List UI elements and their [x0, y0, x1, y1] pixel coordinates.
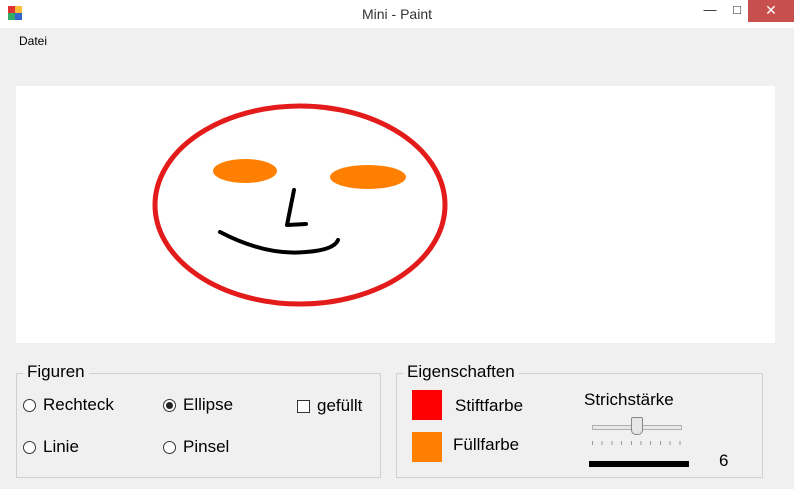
maximize-button[interactable]: □: [724, 0, 750, 22]
pen-color-label: Stiftfarbe: [455, 396, 524, 415]
fill-color-swatch[interactable]: [412, 432, 442, 462]
stroke-width-label: Strichstärke: [584, 390, 674, 409]
radio-label: Linie: [43, 437, 79, 456]
window-title: Mini - Paint: [361, 6, 433, 22]
nose-stroke: [285, 188, 308, 227]
drawing-surface: [152, 103, 448, 307]
stroke-width-slider-thumb[interactable]: [631, 417, 643, 435]
radio-ellipse[interactable]: Ellipse: [163, 395, 233, 415]
stroke-width-value: 6: [719, 451, 729, 470]
radio-indicator-selected: [163, 398, 176, 412]
eigenschaften-title: Eigenschaften: [403, 362, 519, 382]
checkbox-label: gefüllt: [317, 396, 363, 415]
stroke-width-preview: [589, 461, 689, 467]
right-eye-ellipse: [330, 165, 406, 189]
radio-linie[interactable]: Linie: [23, 437, 79, 457]
radio-label: Ellipse: [183, 395, 234, 414]
menu-datei[interactable]: Datei: [19, 34, 47, 48]
radio-label: Pinsel: [183, 437, 230, 456]
radio-label: Rechteck: [43, 395, 114, 414]
radio-pinsel[interactable]: Pinsel: [163, 437, 229, 457]
radio-indicator: [23, 440, 36, 454]
figuren-title: Figuren: [23, 362, 89, 382]
minimize-button[interactable]: —: [697, 0, 723, 22]
menu-bar: Datei: [8, 30, 794, 52]
mouth-stroke: [218, 230, 340, 255]
radio-rechteck[interactable]: Rechteck: [23, 395, 114, 415]
left-eye-ellipse: [213, 159, 277, 183]
face-ellipse: [152, 103, 448, 307]
drawing-canvas[interactable]: [16, 86, 775, 343]
eigenschaften-group: Eigenschaften Stiftfarbe Füllfarbe Stric…: [396, 362, 763, 478]
pen-color-swatch[interactable]: [412, 390, 442, 420]
fill-color-label: Füllfarbe: [453, 435, 520, 454]
checkbox-gefuellt[interactable]: gefüllt: [297, 396, 362, 416]
checkbox-indicator: [297, 399, 310, 413]
radio-indicator: [163, 440, 176, 454]
radio-indicator: [23, 398, 36, 412]
title-bar: Mini - Paint — □ ✕: [0, 0, 794, 28]
close-button[interactable]: ✕: [748, 0, 794, 22]
slider-ticks: [592, 441, 682, 445]
figuren-group: Figuren Rechteck Ellipse gefüllt Linie P…: [16, 362, 381, 478]
